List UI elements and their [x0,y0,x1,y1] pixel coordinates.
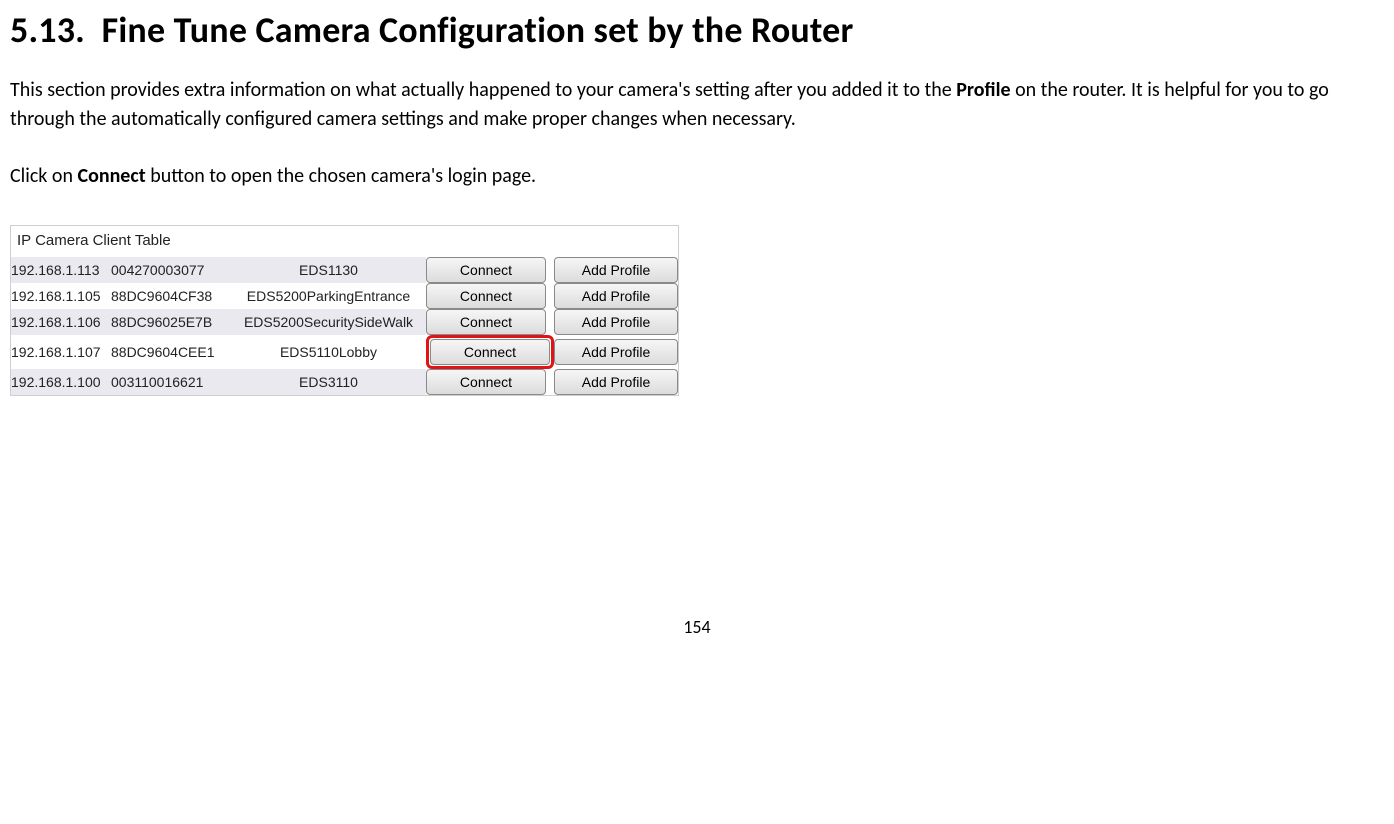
section-title-text: Fine Tune Camera Configuration set by th… [102,8,854,52]
ip-camera-client-table: IP Camera Client Table 192.168.1.1130042… [10,225,679,396]
cell-camera-name: EDS5200ParkingEntrance [231,283,426,309]
cell-mac: 88DC9604CEE1 [111,335,231,369]
cell-mac: 004270003077 [111,257,231,283]
table-title: IP Camera Client Table [11,226,678,257]
add-profile-button[interactable]: Add Profile [554,369,678,395]
cell-camera-name: EDS5200SecuritySideWalk [231,309,426,335]
cell-ip: 192.168.1.105 [11,283,111,309]
instruction-paragraph: Click on Connect button to open the chos… [10,162,1384,191]
cell-camera-name: EDS5110Lobby [231,335,426,369]
connect-button[interactable]: Connect [426,257,546,283]
cell-ip: 192.168.1.113 [11,257,111,283]
connect-button[interactable]: Connect [426,283,546,309]
cell-camera-name: EDS1130 [231,257,426,283]
section-number: 5.13. [10,8,85,52]
add-profile-button[interactable]: Add Profile [554,257,678,283]
section-heading: 5.13. Fine Tune Camera Configuration set… [10,8,1384,52]
add-profile-button[interactable]: Add Profile [554,339,678,365]
cell-mac: 88DC96025E7B [111,309,231,335]
cell-ip: 192.168.1.107 [11,335,111,369]
connect-button[interactable]: Connect [430,339,550,365]
cell-mac: 003110016621 [111,369,231,395]
cell-mac: 88DC9604CF38 [111,283,231,309]
cell-ip: 192.168.1.100 [11,369,111,395]
table-row: 192.168.1.100003110016621EDS3110Connect A… [11,369,678,395]
table-row: 192.168.1.10788DC9604CEE1EDS5110LobbyCon… [11,335,678,369]
connect-button[interactable]: Connect [426,369,546,395]
table-row: 192.168.1.113004270003077EDS1130Connect A… [11,257,678,283]
add-profile-button[interactable]: Add Profile [554,283,678,309]
table-row: 192.168.1.10588DC9604CF38EDS5200ParkingE… [11,283,678,309]
add-profile-button[interactable]: Add Profile [554,309,678,335]
cell-ip: 192.168.1.106 [11,309,111,335]
intro-paragraph: This section provides extra information … [10,76,1384,134]
table-row: 192.168.1.10688DC96025E7BEDS5200Security… [11,309,678,335]
connect-button[interactable]: Connect [426,309,546,335]
cell-camera-name: EDS3110 [231,369,426,395]
highlight-ring: Connect [426,335,554,369]
page-number: 154 [10,616,1384,638]
